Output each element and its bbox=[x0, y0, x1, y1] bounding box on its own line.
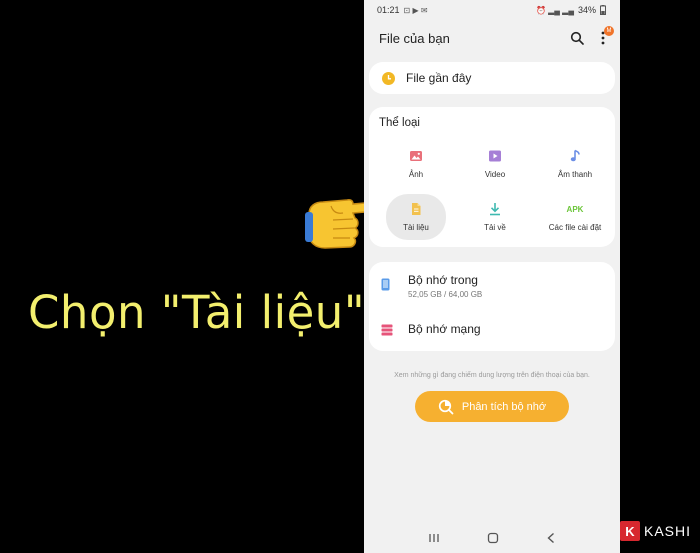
category-label: Các file cài đặt bbox=[548, 223, 602, 232]
brand-logo: K KASHI bbox=[620, 521, 691, 541]
category-label: Âm thanh bbox=[557, 170, 593, 179]
image-icon bbox=[410, 151, 422, 161]
status-bar: 01:21 ⊡ ▶ ✉ ⏰ ▂▄ ▂▄ 34% bbox=[364, 0, 620, 20]
category-installation-files[interactable]: APK Các file cài đặt bbox=[545, 194, 605, 240]
navigation-bar bbox=[364, 523, 620, 553]
category-downloads[interactable]: Tải về bbox=[465, 194, 525, 240]
page-title: File của bạn bbox=[379, 30, 450, 46]
recent-files-label: File gần đây bbox=[406, 71, 472, 85]
phone-storage-icon bbox=[381, 278, 390, 291]
category-documents[interactable]: Tài liệu bbox=[386, 194, 446, 240]
home-icon[interactable] bbox=[487, 532, 499, 544]
category-label: Tài liệu bbox=[403, 223, 429, 232]
logo-text: KASHI bbox=[644, 523, 692, 539]
music-note-icon bbox=[570, 149, 580, 162]
caption-text: Chọn "Tài liệu" bbox=[28, 286, 366, 339]
more-options-button[interactable]: M bbox=[598, 26, 614, 46]
battery-icon bbox=[600, 5, 606, 15]
recent-apps-icon[interactable] bbox=[428, 533, 440, 543]
storage-card: Bộ nhớ trong 52,05 GB / 64,00 GB Bộ nhớ … bbox=[369, 262, 615, 351]
search-icon[interactable] bbox=[570, 31, 584, 45]
download-icon bbox=[490, 203, 500, 216]
analyze-storage-button[interactable]: Phân tích bộ nhớ bbox=[415, 391, 569, 422]
categories-card: Thể loại Ảnh Video Âm thanh Tài liệu Tải… bbox=[369, 107, 615, 247]
phone-screen: 01:21 ⊡ ▶ ✉ ⏰ ▂▄ ▂▄ 34% File của bạn M F… bbox=[364, 0, 620, 553]
video-icon bbox=[489, 150, 501, 162]
internal-storage-usage: 52,05 GB / 64,00 GB bbox=[408, 290, 483, 299]
storage-hint-text: Xem những gì đang chiếm dung lượng trên … bbox=[394, 372, 590, 379]
clock-icon bbox=[382, 71, 395, 85]
document-icon bbox=[412, 203, 421, 215]
battery-level: 34% bbox=[577, 5, 596, 15]
analyze-storage-label: Phân tích bộ nhớ bbox=[461, 400, 547, 413]
network-storage-name: Bộ nhớ mạng bbox=[408, 322, 481, 336]
apk-icon: APK bbox=[566, 204, 584, 214]
category-label: Tải về bbox=[484, 223, 506, 232]
app-bar: File của bạn M bbox=[364, 20, 620, 56]
network-storage-icon bbox=[381, 324, 393, 336]
category-label: Video bbox=[484, 170, 506, 179]
category-label: Ảnh bbox=[408, 170, 424, 179]
category-images[interactable]: Ảnh bbox=[386, 141, 446, 187]
network-storage-item[interactable]: Bộ nhớ mạng bbox=[369, 307, 615, 351]
status-time: 01:21 bbox=[377, 5, 400, 15]
notification-icons: ⊡ ▶ ✉ bbox=[403, 5, 428, 15]
categories-title: Thể loại bbox=[379, 117, 420, 129]
recent-files-item[interactable]: File gần đây bbox=[369, 62, 615, 94]
category-video[interactable]: Video bbox=[465, 141, 525, 187]
category-audio[interactable]: Âm thanh bbox=[545, 141, 605, 187]
back-icon[interactable] bbox=[546, 532, 556, 544]
signal-icons: ⏰ ▂▄ ▂▄ bbox=[535, 5, 574, 15]
analyze-icon bbox=[438, 399, 454, 414]
logo-mark: K bbox=[620, 521, 640, 541]
internal-storage-item[interactable]: Bộ nhớ trong 52,05 GB / 64,00 GB bbox=[369, 262, 615, 307]
internal-storage-name: Bộ nhớ trong bbox=[408, 273, 478, 287]
notification-badge: M bbox=[604, 26, 614, 36]
